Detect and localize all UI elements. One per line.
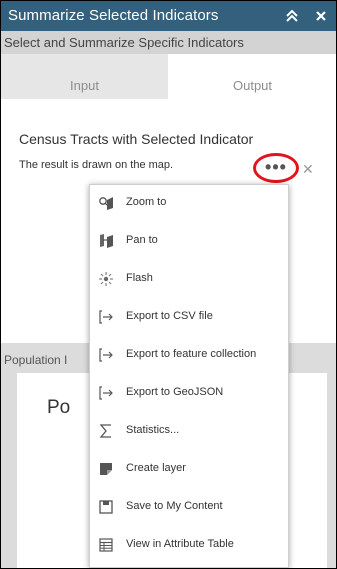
menu-item-view-in-attribute-table[interactable]: View in Attribute Table: [90, 527, 288, 565]
save-icon: [99, 500, 113, 514]
menu-item-label: Export to feature collection: [126, 348, 257, 360]
widget-panel: Summarize Selected Indicators Select and…: [0, 0, 337, 569]
more-options-icon: •••: [265, 157, 287, 177]
menu-item-label: Create layer: [126, 462, 186, 474]
more-options-button[interactable]: •••: [253, 153, 299, 183]
flash-icon: [99, 272, 113, 286]
menu-item-export-csv[interactable]: Export to CSV file: [90, 299, 288, 337]
table-icon: [99, 538, 113, 552]
panel-subtitle-bar: Select and Summarize Specific Indicators: [1, 31, 336, 54]
menu-item-label: Save to My Content: [126, 500, 223, 512]
panel-subtitle: Select and Summarize Specific Indicators: [4, 35, 244, 50]
tab-input[interactable]: Input: [1, 54, 168, 99]
tab-output-label: Output: [232, 78, 273, 93]
pan-to-icon: [100, 234, 113, 248]
menu-item-label: Statistics...: [126, 424, 180, 436]
result-title: Census Tracts with Selected Indicator: [19, 131, 254, 147]
menu-item-pan-to[interactable]: Pan to: [90, 223, 288, 261]
menu-item-label: Pan to: [126, 234, 158, 246]
menu-item-flash[interactable]: Flash: [90, 261, 288, 299]
remove-result-icon[interactable]: ✕: [302, 161, 314, 178]
zoom-to-icon: [99, 197, 113, 210]
collapse-icon[interactable]: [285, 9, 299, 23]
panel-titlebar: Summarize Selected Indicators: [1, 1, 336, 31]
tab-input-label: Input: [70, 78, 99, 93]
menu-item-zoom-to[interactable]: Zoom to: [90, 185, 288, 223]
statistics-icon: [99, 424, 111, 438]
menu-item-export-geojson[interactable]: Export to GeoJSON: [90, 375, 288, 413]
menu-item-label: Zoom to: [126, 196, 167, 208]
population-section-label: Population I: [4, 353, 68, 367]
tab-output[interactable]: Output: [169, 54, 336, 99]
menu-item-statistics[interactable]: Statistics...: [90, 413, 288, 451]
actions-menu: Zoom to Pan to Flash Export to CSV file …: [89, 184, 289, 568]
tab-bar: Input Output: [1, 54, 336, 99]
menu-item-label: Export to GeoJSON: [126, 386, 224, 398]
export-icon: [99, 310, 113, 324]
result-description: The result is drawn on the map.: [19, 159, 174, 171]
menu-item-export-feature-collection[interactable]: Export to feature collection: [90, 337, 288, 375]
panel-title: Summarize Selected Indicators: [8, 7, 219, 24]
population-card-title: Po: [47, 397, 71, 418]
export-icon: [99, 348, 113, 362]
menu-item-label: Flash: [126, 272, 153, 284]
export-icon: [99, 386, 113, 400]
menu-item-label: View in Attribute Table: [126, 538, 234, 550]
close-panel-icon[interactable]: [314, 9, 328, 23]
menu-item-label: Export to CSV file: [126, 310, 213, 322]
menu-item-create-layer[interactable]: Create layer: [90, 451, 288, 489]
menu-item-save-to-my-content[interactable]: Save to My Content: [90, 489, 288, 527]
create-layer-icon: [100, 463, 112, 475]
